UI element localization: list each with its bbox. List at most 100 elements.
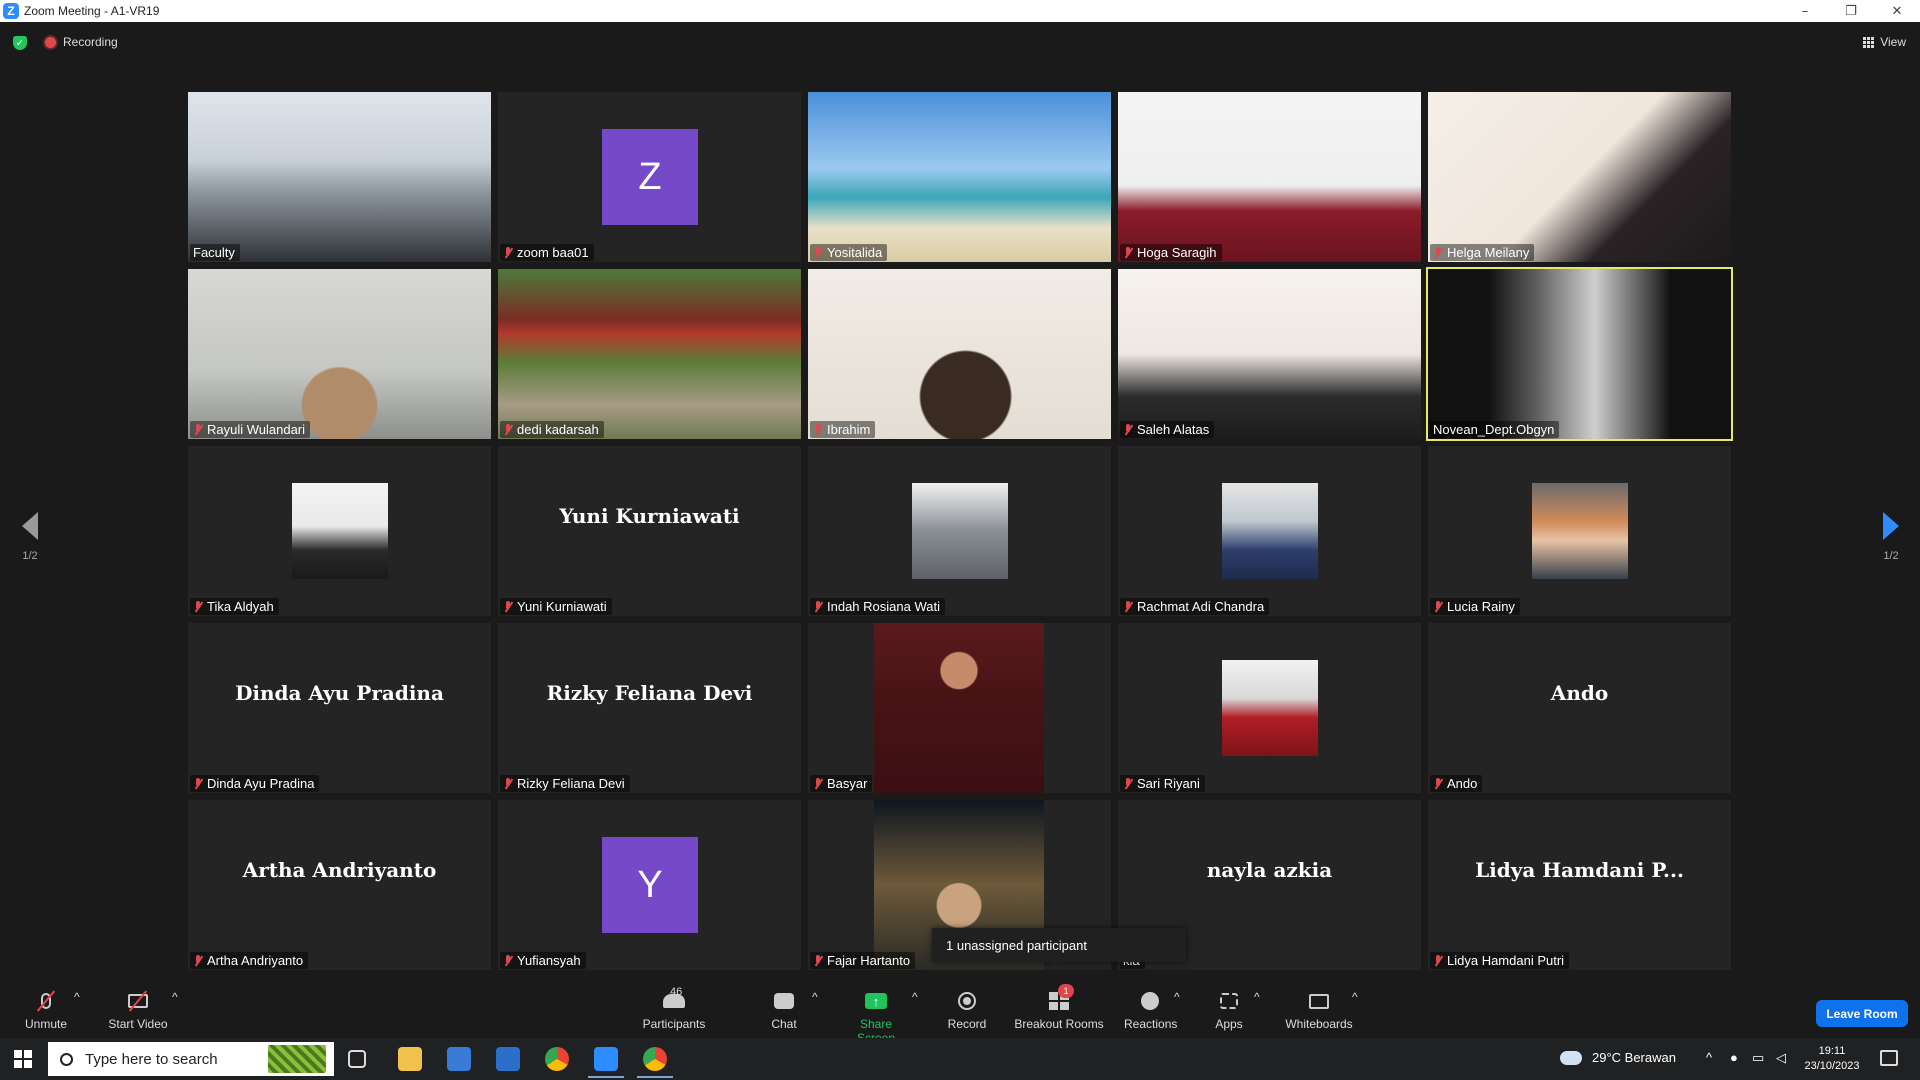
participant-tile[interactable]: Ando Ando: [1428, 623, 1731, 793]
participant-name-tag: dedi kadarsah: [500, 421, 604, 438]
participant-name-tag: Tika Aldyah: [190, 598, 279, 615]
file-explorer-icon[interactable]: [398, 1047, 422, 1071]
task-view-icon[interactable]: [348, 1050, 366, 1068]
participant-name: Artha Andriyanto: [207, 953, 304, 968]
muted-mic-icon: [193, 954, 203, 967]
participant-tile[interactable]: Artha Andriyanto Artha Andriyanto: [188, 800, 491, 970]
muted-mic-icon: [1433, 600, 1443, 613]
share-options-caret[interactable]: ^: [912, 990, 918, 1004]
participant-tile[interactable]: dedi kadarsah: [498, 269, 801, 439]
whiteboards-button[interactable]: Whiteboards: [1284, 990, 1354, 1031]
notifications-icon[interactable]: [1880, 1050, 1898, 1066]
participant-tile[interactable]: Yositalida: [808, 92, 1111, 262]
video-options-caret[interactable]: ^: [172, 990, 178, 1004]
participant-tile[interactable]: Sari Riyani: [1118, 623, 1421, 793]
zoom-window: Z Zoom Meeting - A1-VR19 – ❐ ✕ ✓ Recordi…: [0, 0, 1920, 1080]
participant-tile[interactable]: Y Yufiansyah: [498, 800, 801, 970]
view-label: View: [1880, 35, 1906, 49]
participant-tile[interactable]: Rayuli Wulandari: [188, 269, 491, 439]
participants-button[interactable]: 46 Participants: [640, 986, 708, 1031]
participant-tile[interactable]: Rachmat Adi Chandra: [1118, 446, 1421, 616]
participant-video: [1428, 269, 1731, 439]
mail-icon[interactable]: [496, 1047, 520, 1071]
participant-name-tag: Yositalida: [810, 244, 888, 261]
zoom-taskbar-icon[interactable]: [588, 1047, 624, 1078]
audio-options-caret[interactable]: ^: [74, 990, 80, 1004]
participant-profile-photo: [1222, 483, 1318, 579]
participant-tile[interactable]: Helga Meilany: [1428, 92, 1731, 262]
unmute-button[interactable]: Unmute: [22, 990, 70, 1031]
participant-name: Novean_Dept.Obgyn: [1433, 422, 1555, 437]
volume-icon[interactable]: ◁: [1776, 1050, 1786, 1066]
view-button[interactable]: View: [1863, 35, 1906, 49]
participant-tile[interactable]: Saleh Alatas: [1118, 269, 1421, 439]
participant-name-tag: Artha Andriyanto: [190, 952, 309, 969]
participant-tile[interactable]: Rizky Feliana Devi Rizky Feliana Devi: [498, 623, 801, 793]
unmute-label: Unmute: [24, 1017, 68, 1031]
chat-options-caret[interactable]: ^: [812, 990, 818, 1004]
close-button[interactable]: ✕: [1874, 0, 1920, 22]
participant-video: [808, 92, 1111, 262]
participant-tile[interactable]: Zzoom baa01: [498, 92, 801, 262]
start-video-button[interactable]: Start Video: [106, 990, 170, 1031]
maximize-button[interactable]: ❐: [1828, 0, 1874, 22]
share-screen-button[interactable]: ↑ Share Screen: [840, 990, 912, 1045]
apps-icon: [1220, 993, 1238, 1009]
whiteboard-options-caret[interactable]: ^: [1352, 990, 1358, 1004]
network-icon[interactable]: ▭: [1752, 1050, 1764, 1066]
microsoft-store-icon[interactable]: [447, 1047, 471, 1071]
participant-tile[interactable]: Novean_Dept.Obgyn: [1426, 267, 1733, 441]
encryption-shield-icon[interactable]: ✓: [13, 36, 27, 50]
tray-chevron-icon[interactable]: ^: [1706, 1050, 1712, 1065]
tray-mic-icon[interactable]: ●: [1730, 1050, 1738, 1065]
participant-tile[interactable]: Ibrahim: [808, 269, 1111, 439]
chat-icon: [774, 993, 794, 1009]
recording-indicator[interactable]: Recording: [45, 35, 118, 49]
muted-mic-icon: [813, 600, 823, 613]
taskbar-search-box[interactable]: Type here to search: [48, 1042, 334, 1076]
apps-options-caret[interactable]: ^: [1254, 990, 1260, 1004]
breakout-rooms-button[interactable]: 1 Breakout Rooms: [1014, 984, 1104, 1031]
participant-tile[interactable]: Indah Rosiana Wati: [808, 446, 1111, 616]
participant-tile[interactable]: Dinda Ayu Pradina Dinda Ayu Pradina: [188, 623, 491, 793]
participant-tile[interactable]: Yuni Kurniawati Yuni Kurniawati: [498, 446, 801, 616]
participant-tile[interactable]: Faculty: [188, 92, 491, 262]
participant-tile[interactable]: Basyar: [808, 623, 1111, 793]
weather-cloud-icon[interactable]: [1557, 1046, 1582, 1065]
reactions-options-caret[interactable]: ^: [1174, 990, 1180, 1004]
participant-name: Lucia Rainy: [1447, 599, 1515, 614]
apps-button[interactable]: Apps: [1214, 990, 1244, 1031]
participant-display-name: Dinda Ayu Pradina: [235, 681, 444, 705]
participant-name-tag: Lucia Rainy: [1430, 598, 1520, 615]
muted-mic-icon: [813, 423, 823, 436]
participant-display-name: Artha Andriyanto: [242, 858, 437, 882]
participant-name: Yositalida: [827, 245, 883, 260]
grid-view-icon: [1863, 36, 1875, 48]
minimize-button[interactable]: –: [1782, 0, 1828, 22]
muted-mic-icon: [193, 600, 203, 613]
participant-tile[interactable]: Hoga Saragih: [1118, 92, 1421, 262]
chrome-icon[interactable]: [545, 1047, 569, 1071]
chrome-profile-icon[interactable]: [637, 1047, 673, 1078]
reactions-button[interactable]: Reactions: [1124, 990, 1177, 1031]
participant-name-tag: Faculty: [190, 244, 240, 261]
arrow-right-icon: [1883, 512, 1899, 540]
participant-tile[interactable]: Lidya Hamdani P... Lidya Hamdani Putri: [1428, 800, 1731, 970]
weather-text[interactable]: 29°C Berawan: [1592, 1050, 1676, 1065]
participant-name: Indah Rosiana Wati: [827, 599, 940, 614]
previous-page-button[interactable]: 1/2: [12, 512, 48, 562]
windows-start-icon[interactable]: [14, 1050, 32, 1068]
participant-name: Rizky Feliana Devi: [517, 776, 625, 791]
participant-name-tag: Sari Riyani: [1120, 775, 1205, 792]
participant-name: Lidya Hamdani Putri: [1447, 953, 1565, 968]
muted-mic-icon: [813, 246, 823, 259]
taskbar-clock[interactable]: 19:11 23/10/2023: [1800, 1044, 1864, 1074]
participant-tile[interactable]: Lucia Rainy: [1428, 446, 1731, 616]
chat-button[interactable]: Chat: [764, 990, 804, 1031]
muted-mic-icon: [1123, 423, 1133, 436]
leave-room-button[interactable]: Leave Room: [1816, 1000, 1908, 1027]
record-button[interactable]: Record: [944, 990, 990, 1031]
participant-tile[interactable]: Tika Aldyah: [188, 446, 491, 616]
next-page-button[interactable]: 1/2: [1873, 512, 1909, 562]
participant-name-tag: Fajar Hartanto: [810, 952, 916, 969]
